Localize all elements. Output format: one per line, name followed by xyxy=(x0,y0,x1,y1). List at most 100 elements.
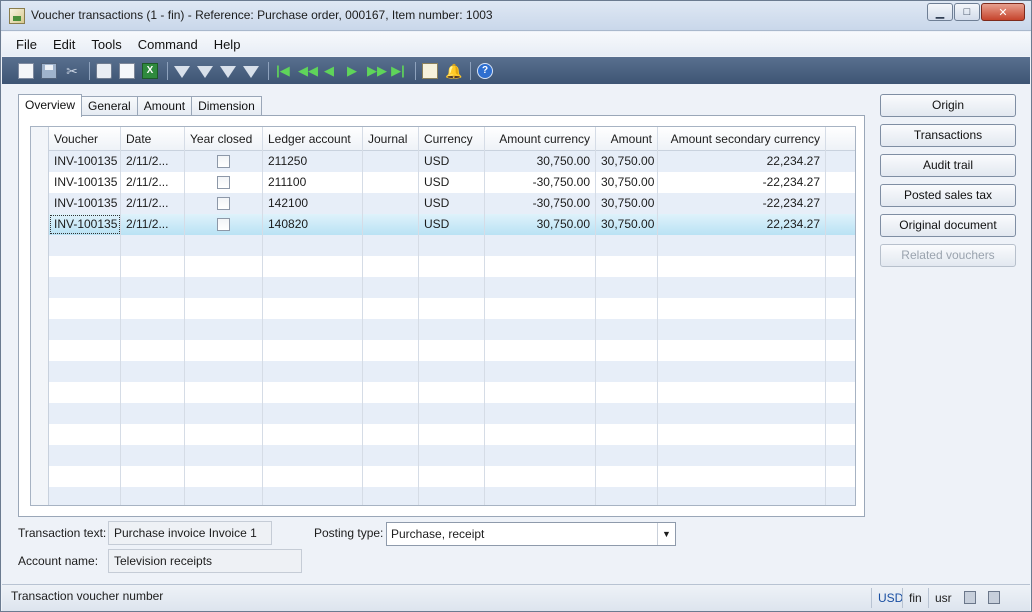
row-selector[interactable] xyxy=(31,256,49,277)
new-icon[interactable] xyxy=(18,62,34,79)
status-currency[interactable]: USD xyxy=(871,588,903,608)
col-currency[interactable]: Currency xyxy=(419,127,485,151)
cell-ledger-account[interactable]: 211250 xyxy=(263,151,363,172)
cell-voucher[interactable]: INV-100135 xyxy=(49,193,121,214)
previous-record-icon[interactable]: ◀ xyxy=(321,63,337,79)
col-amount-currency[interactable]: Amount currency xyxy=(485,127,596,151)
remove-filter-icon[interactable] xyxy=(243,65,259,78)
row-selector[interactable] xyxy=(31,361,49,382)
cell-amount-secondary[interactable]: -22,234.27 xyxy=(658,193,826,214)
origin-button[interactable]: Origin xyxy=(880,94,1016,117)
cell-amount-currency[interactable]: 30,750.00 xyxy=(485,214,596,235)
print-preview-icon[interactable] xyxy=(119,62,135,79)
row-selector[interactable] xyxy=(31,445,49,466)
cell-date[interactable]: 2/11/2... xyxy=(121,193,185,214)
row-selector[interactable] xyxy=(31,424,49,445)
row-selector[interactable] xyxy=(31,235,49,256)
tab-amount[interactable]: Amount xyxy=(136,96,193,117)
print-icon[interactable] xyxy=(96,62,112,79)
tab-dimension[interactable]: Dimension xyxy=(191,96,262,117)
col-amount-secondary-currency[interactable]: Amount secondary currency xyxy=(658,127,826,151)
row-selector[interactable] xyxy=(31,151,49,172)
cell-currency[interactable]: USD xyxy=(419,214,485,235)
menu-command[interactable]: Command xyxy=(138,37,198,52)
maximize-button[interactable]: □ xyxy=(954,3,980,21)
col-year-closed[interactable]: Year closed xyxy=(185,127,263,151)
cell-amount[interactable]: 30,750.00 xyxy=(596,151,658,172)
close-button[interactable]: ✕ xyxy=(981,3,1025,21)
col-ledger-account[interactable]: Ledger account xyxy=(263,127,363,151)
cell-ledger-account[interactable]: 140820 xyxy=(263,214,363,235)
posting-type-select[interactable]: Purchase, receipt ▼ xyxy=(386,522,676,546)
table-row[interactable]: INV-100135 2/11/2... 142100 USD -30,750.00 30… xyxy=(31,193,855,214)
next-page-icon[interactable]: ▶▶ xyxy=(367,63,387,79)
cell-amount-secondary[interactable]: -22,234.27 xyxy=(658,172,826,193)
cell-ledger-account[interactable]: 142100 xyxy=(263,193,363,214)
chevron-down-icon[interactable]: ▼ xyxy=(657,523,675,545)
year-closed-checkbox[interactable] xyxy=(217,155,230,168)
cell-amount-secondary[interactable]: 22,234.27 xyxy=(658,151,826,172)
status-company[interactable]: fin xyxy=(902,588,922,608)
table-row[interactable]: INV-100135 2/11/2... 211100 USD -30,750.00 30… xyxy=(31,172,855,193)
cell-date[interactable]: 2/11/2... xyxy=(121,151,185,172)
tab-overview[interactable]: Overview xyxy=(18,94,83,117)
cell-currency[interactable]: USD xyxy=(419,193,485,214)
cell-currency[interactable]: USD xyxy=(419,172,485,193)
database-icon[interactable] xyxy=(964,591,976,604)
table-row[interactable]: INV-100135 2/11/2... 140820 USD 30,750.00 30,… xyxy=(31,214,855,235)
row-selector[interactable] xyxy=(31,319,49,340)
row-selector[interactable] xyxy=(31,466,49,487)
filter-by-grid-icon[interactable] xyxy=(197,65,213,78)
year-closed-checkbox[interactable] xyxy=(217,218,230,231)
table-row[interactable]: INV-100135 2/11/2... 211250 USD 30,750.00 30,… xyxy=(31,151,855,172)
menu-tools[interactable]: Tools xyxy=(91,37,121,52)
save-icon[interactable] xyxy=(41,62,57,79)
col-date[interactable]: Date xyxy=(121,127,185,151)
cell-year-closed[interactable] xyxy=(185,172,263,193)
cell-journal[interactable] xyxy=(363,172,419,193)
col-voucher[interactable]: Voucher xyxy=(49,127,121,151)
cell-amount[interactable]: 30,750.00 xyxy=(596,214,658,235)
row-selector[interactable] xyxy=(31,172,49,193)
document-handling-icon[interactable] xyxy=(422,62,438,79)
filter-by-selection-icon[interactable] xyxy=(174,65,190,78)
cell-year-closed[interactable] xyxy=(185,151,263,172)
row-selector[interactable] xyxy=(31,193,49,214)
cell-journal[interactable] xyxy=(363,151,419,172)
menu-file[interactable]: File xyxy=(16,37,37,52)
advanced-filter-icon[interactable] xyxy=(220,65,236,78)
session-icon[interactable] xyxy=(988,591,1000,604)
previous-page-icon[interactable]: ◀◀ xyxy=(298,63,318,79)
cell-amount[interactable]: 30,750.00 xyxy=(596,172,658,193)
row-selector-header[interactable] xyxy=(31,127,49,151)
cell-amount-currency[interactable]: -30,750.00 xyxy=(485,193,596,214)
row-selector[interactable] xyxy=(31,382,49,403)
help-icon[interactable]: ? xyxy=(477,62,493,79)
minimize-button[interactable]: ▁ xyxy=(927,3,953,21)
cell-journal[interactable] xyxy=(363,214,419,235)
alert-icon[interactable]: 🔔 xyxy=(445,63,462,79)
cell-year-closed[interactable] xyxy=(185,214,263,235)
status-layer[interactable]: usr xyxy=(928,588,952,608)
posted-sales-tax-button[interactable]: Posted sales tax xyxy=(880,184,1016,207)
year-closed-checkbox[interactable] xyxy=(217,197,230,210)
original-document-button[interactable]: Original document xyxy=(880,214,1016,237)
cell-amount-secondary[interactable]: 22,234.27 xyxy=(658,214,826,235)
row-selector[interactable] xyxy=(31,214,49,235)
tab-general[interactable]: General xyxy=(81,96,138,117)
row-selector[interactable] xyxy=(31,298,49,319)
cell-amount-currency[interactable]: -30,750.00 xyxy=(485,172,596,193)
menu-help[interactable]: Help xyxy=(214,37,241,52)
cell-journal[interactable] xyxy=(363,193,419,214)
transactions-button[interactable]: Transactions xyxy=(880,124,1016,147)
cell-voucher[interactable]: INV-100135 xyxy=(49,172,121,193)
row-selector[interactable] xyxy=(31,403,49,424)
row-selector[interactable] xyxy=(31,277,49,298)
cell-voucher[interactable]: INV-100135 xyxy=(49,214,121,235)
audit-trail-button[interactable]: Audit trail xyxy=(880,154,1016,177)
menu-edit[interactable]: Edit xyxy=(53,37,75,52)
export-excel-icon[interactable]: X xyxy=(142,62,158,79)
cell-date[interactable]: 2/11/2... xyxy=(121,214,185,235)
row-selector[interactable] xyxy=(31,340,49,361)
delete-icon[interactable]: ✂ xyxy=(64,63,80,79)
